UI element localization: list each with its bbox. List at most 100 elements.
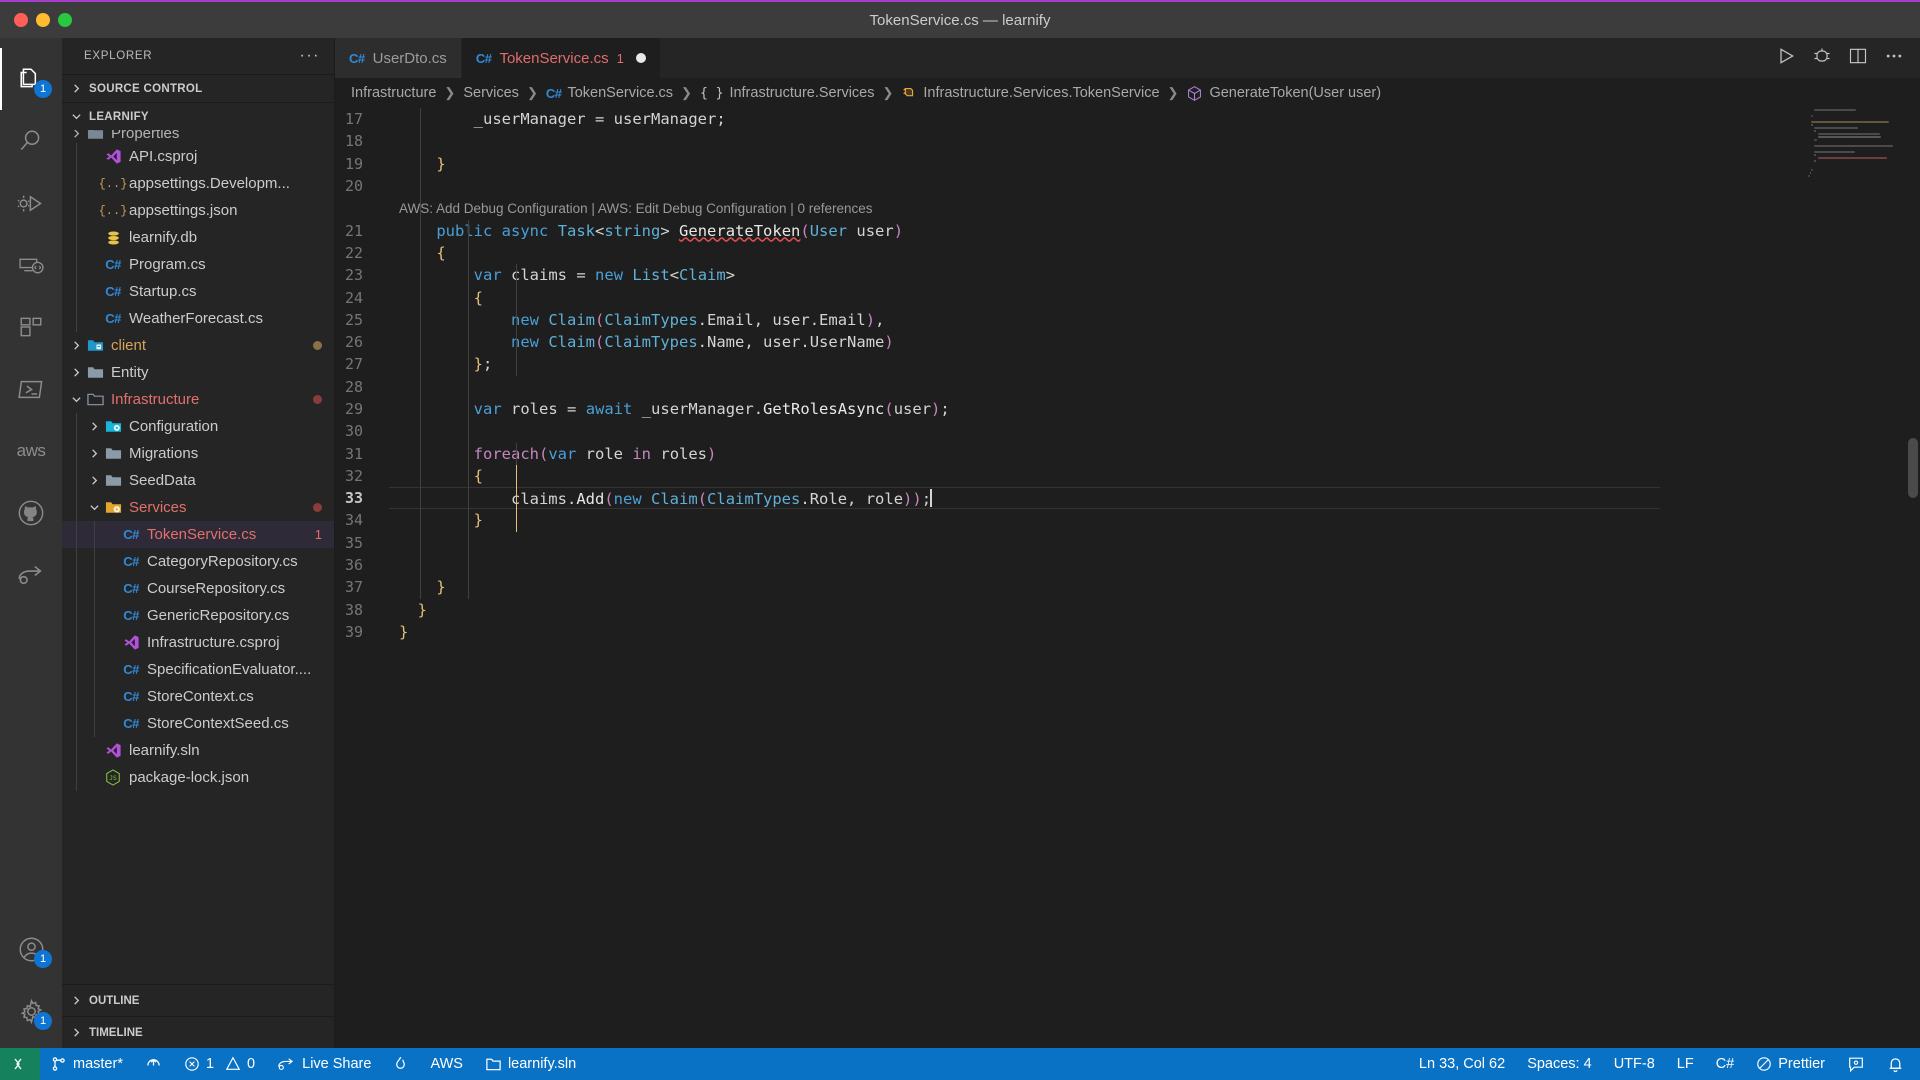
tree-folder-row[interactable]: client [62,332,334,359]
code-lens[interactable]: AWS: Add Debug Configuration | AWS: Edit… [335,197,1800,219]
code-line[interactable]: 25 new Claim(ClaimTypes.Email, user.Emai… [335,309,1800,331]
sidebar-section-source-control[interactable]: SOURCE CONTROL [62,74,334,102]
tree-folder-row[interactable]: SeedData [62,467,334,494]
activity-explorer[interactable]: 1 [0,48,62,110]
code-line[interactable]: 27 }; [335,353,1800,375]
activity-aws[interactable]: aws [0,420,62,482]
code-line[interactable]: 32 { [335,465,1800,487]
editor-scrollbar-thumb[interactable] [1908,438,1918,498]
tree-file-row[interactable]: C# StoreContext.cs [62,683,334,710]
activity-accounts[interactable]: 1 [0,918,62,980]
breadcrumb-item-file[interactable]: C# TokenService.cs [546,85,673,101]
tree-folder-row[interactable]: Infrastructure [62,386,334,413]
status-branch[interactable]: master* [40,1048,134,1080]
tree-file-row[interactable]: C# SpecificationEvaluator.... [62,656,334,683]
code-line[interactable]: 17 _userManager = userManager; [335,108,1800,130]
code-line[interactable]: 29 var roles = await _userManager.GetRol… [335,398,1800,420]
activity-settings[interactable]: 1 [0,980,62,1042]
breadcrumb-item-namespace[interactable]: { } Infrastructure.Services [700,85,875,101]
close-window-button[interactable] [14,13,28,27]
code-line[interactable]: 30 [335,420,1800,442]
tab-UserDto[interactable]: C# UserDto.cs [335,38,462,78]
code-content[interactable]: 17 _userManager = userManager; 18 19 } 20 AW… [335,108,1800,1048]
tree-file-row[interactable]: C# GenericRepository.cs [62,602,334,629]
code-line[interactable]: 21 public async Task<string> GenerateTok… [335,219,1800,241]
code-line[interactable]: 20 [335,175,1800,197]
status-problems[interactable]: 1 0 [173,1048,266,1080]
activity-run-debug[interactable] [0,172,62,234]
status-encoding[interactable]: UTF-8 [1603,1048,1666,1080]
tree-folder-row[interactable]: Services [62,494,334,521]
maximize-window-button[interactable] [58,13,72,27]
status-sync[interactable] [134,1048,173,1080]
tree-file-row[interactable]: Infrastructure.csproj [62,629,334,656]
sidebar-more-actions-button[interactable]: ··· [294,48,326,64]
tree-file-row[interactable]: C# TokenService.cs 1 [62,521,334,548]
status-language-mode[interactable]: C# [1705,1048,1746,1080]
tree-folder-row[interactable]: Migrations [62,440,334,467]
breadcrumb-item-infrastructure[interactable]: Infrastructure [351,85,436,101]
run-and-debug-button[interactable] [1812,46,1832,71]
breadcrumb-item-services[interactable]: Services [463,85,519,101]
code-line[interactable]: 33 claims.Add(new Claim(ClaimTypes.Role,… [335,487,1800,509]
window-controls[interactable] [0,13,72,27]
activity-terminal[interactable] [0,358,62,420]
code-line[interactable]: 34 } [335,509,1800,531]
status-flame[interactable] [382,1048,419,1080]
tree-file-row[interactable]: JS package-lock.json [62,764,334,791]
tree-file-row[interactable]: C# WeatherForecast.cs [62,305,334,332]
status-aws[interactable]: AWS [419,1048,474,1080]
status-indentation[interactable]: Spaces: 4 [1516,1048,1603,1080]
tree-file-row[interactable]: C# StoreContextSeed.cs [62,710,334,737]
tab-dirty-indicator[interactable] [635,53,646,63]
tree-file-row[interactable]: C# Startup.cs [62,278,334,305]
status-solution[interactable]: learnify.sln [474,1048,587,1080]
tree-file-row[interactable]: C# CategoryRepository.cs [62,548,334,575]
code-line[interactable]: 23 var claims = new List<Claim> [335,264,1800,286]
status-remote-button[interactable] [0,1048,40,1080]
tree-folder-row[interactable]: Properties [62,130,334,143]
split-editor-button[interactable] [1848,46,1868,71]
activity-remote-explorer[interactable] [0,234,62,296]
tree-folder-row[interactable]: Configuration [62,413,334,440]
tree-folder-row[interactable]: Entity [62,359,334,386]
sidebar-section-outline[interactable]: OUTLINE [62,984,334,1016]
tab-TokenService[interactable]: C# TokenService.cs 1 [461,38,661,78]
tree-file-row[interactable]: {..} appsettings.Developm... [62,170,334,197]
code-line[interactable]: 22 { [335,242,1800,264]
status-feedback[interactable] [1836,1048,1876,1080]
status-prettier[interactable]: Prettier [1745,1048,1836,1080]
code-line[interactable]: 26 new Claim(ClaimTypes.Name, user.UserN… [335,331,1800,353]
code-line[interactable]: 36 [335,554,1800,576]
sidebar-section-timeline[interactable]: TIMELINE [62,1016,334,1048]
tree-file-row[interactable]: C# CourseRepository.cs [62,575,334,602]
status-notifications[interactable] [1876,1048,1920,1080]
tree-file-row[interactable]: learnify.db [62,224,334,251]
code-line[interactable]: 35 [335,532,1800,554]
code-line[interactable]: 18 [335,130,1800,152]
status-live-share[interactable]: Live Share [266,1048,382,1080]
more-actions-button[interactable] [1884,46,1904,71]
activity-live-share[interactable] [0,544,62,606]
code-line[interactable]: 39} [335,621,1800,643]
tree-file-row[interactable]: {..} appsettings.json [62,197,334,224]
code-line[interactable]: 38 } [335,599,1800,621]
activity-search[interactable] [0,110,62,172]
breadcrumb-item-class[interactable]: Infrastructure.Services.TokenService [901,85,1160,101]
code-line[interactable]: 19 } [335,153,1800,175]
code-editor[interactable]: 17 _userManager = userManager; 18 19 } 20 AW… [335,108,1920,1048]
code-line[interactable]: 24 { [335,286,1800,308]
sidebar-section-learnify[interactable]: LEARNIFY [62,102,334,130]
status-eol[interactable]: LF [1666,1048,1705,1080]
status-cursor-position[interactable]: Ln 33, Col 62 [1408,1048,1516,1080]
breadcrumb-item-method[interactable]: GenerateToken(User user) [1186,85,1381,102]
tree-file-row[interactable]: API.csproj [62,143,334,170]
minimap[interactable] [1800,108,1920,1048]
code-line[interactable]: 37 } [335,576,1800,598]
code-line[interactable]: 31 foreach(var role in roles) [335,442,1800,464]
minimize-window-button[interactable] [36,13,50,27]
activity-extensions[interactable] [0,296,62,358]
tree-file-row[interactable]: C# Program.cs [62,251,334,278]
run-button[interactable] [1776,46,1796,71]
activity-github[interactable] [0,482,62,544]
